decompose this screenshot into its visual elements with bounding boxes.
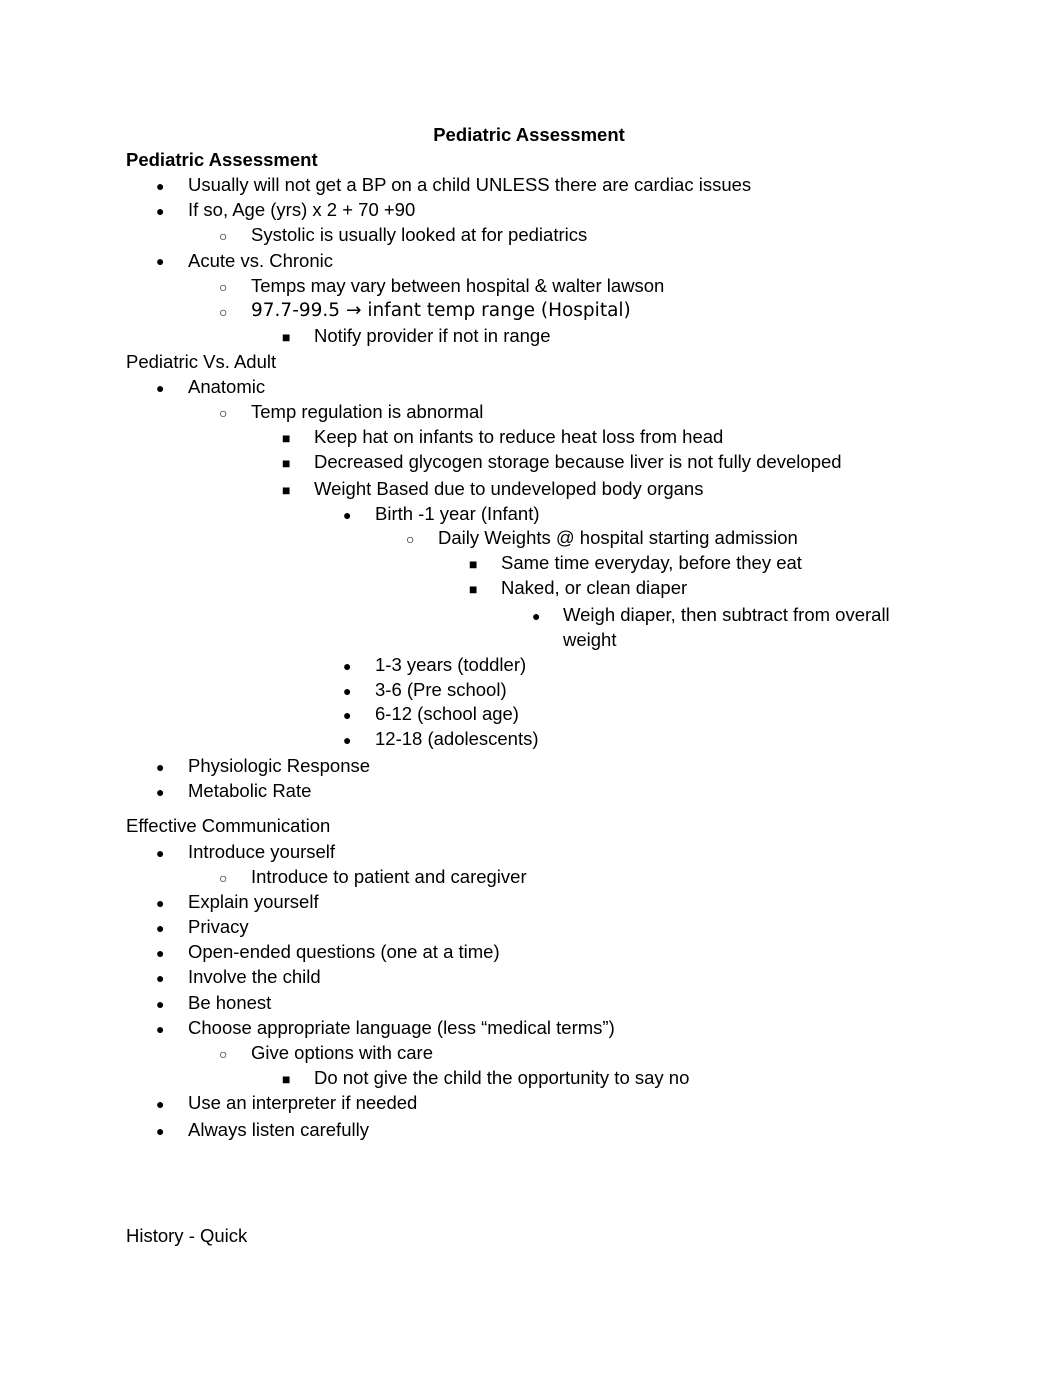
list-item: Choose appropriate language (less “medic…: [188, 1017, 615, 1038]
bullet-circle-icon: [219, 867, 227, 889]
bullet-disc-icon: [156, 781, 164, 803]
bullet-disc-icon: [156, 1093, 164, 1115]
list-item: Temps may vary between hospital & walter…: [251, 275, 665, 296]
list-item: Be honest: [188, 992, 272, 1013]
bullet-circle-icon: [219, 225, 227, 247]
list-item: Temp regulation is abnormal: [251, 401, 484, 422]
bullet-disc-icon: [156, 1018, 164, 1040]
list-item: Introduce to patient and caregiver: [251, 866, 527, 887]
bullet-disc-icon: [156, 942, 164, 964]
section-heading: Effective Communication: [126, 815, 331, 836]
bullet-circle-icon: [219, 301, 227, 323]
bullet-disc-icon: [156, 377, 164, 399]
list-item: Anatomic: [188, 376, 266, 397]
list-item: Acute vs. Chronic: [188, 250, 333, 271]
list-item: Birth -1 year (Infant): [375, 503, 540, 524]
list-item: If so, Age (yrs) x 2 + 70 +90: [188, 199, 416, 220]
list-item: Systolic is usually looked at for pediat…: [251, 224, 588, 245]
list-item: Always listen carefully: [188, 1119, 369, 1140]
bullet-square-icon: [469, 553, 477, 575]
section-heading: Pediatric Vs. Adult: [126, 351, 277, 372]
list-item: 3-6 (Pre school): [375, 679, 507, 700]
bullet-square-icon: [469, 578, 477, 600]
bullet-disc-icon: [343, 504, 351, 526]
list-item: Explain yourself: [188, 891, 319, 912]
list-item: Give options with care: [251, 1042, 434, 1063]
bullet-disc-icon: [156, 250, 164, 272]
bullet-disc-icon: [156, 892, 164, 914]
list-item-continuation: weight: [563, 629, 617, 650]
list-item: Do not give the child the opportunity to…: [314, 1067, 690, 1088]
section-heading: History - Quick: [126, 1225, 248, 1246]
list-item: Naked, or clean diaper: [501, 577, 688, 598]
list-item: Usually will not get a BP on a child UNL…: [188, 174, 752, 195]
bullet-disc-icon: [156, 993, 164, 1015]
bullet-disc-icon: [343, 655, 351, 677]
list-item: Weigh diaper, then subtract from overall: [563, 604, 890, 625]
bullet-disc-icon: [156, 175, 164, 197]
bullet-disc-icon: [156, 756, 164, 778]
document-title: Pediatric Assessment: [433, 124, 625, 145]
bullet-disc-icon: [156, 917, 164, 939]
list-item: Weight Based due to undeveloped body org…: [314, 478, 704, 499]
bullet-circle-icon: [219, 402, 227, 424]
bullet-circle-icon: [219, 1043, 227, 1065]
bullet-square-icon: [282, 452, 290, 474]
bullet-disc-icon: [156, 842, 164, 864]
bullet-disc-icon: [532, 605, 540, 627]
bullet-disc-icon: [156, 1120, 164, 1142]
list-item: Metabolic Rate: [188, 780, 312, 801]
bullet-square-icon: [282, 1068, 290, 1090]
list-item: Keep hat on infants to reduce heat loss …: [314, 426, 724, 447]
bullet-circle-icon: [219, 276, 227, 298]
list-item: Daily Weights @ hospital starting admiss…: [438, 527, 798, 548]
list-item: Privacy: [188, 916, 249, 937]
list-item: 12-18 (adolescents): [375, 728, 539, 749]
bullet-square-icon: [282, 326, 290, 348]
list-item: Involve the child: [188, 966, 321, 987]
bullet-square-icon: [282, 427, 290, 449]
bullet-disc-icon: [156, 200, 164, 222]
list-item: Physiologic Response: [188, 755, 371, 776]
list-item: Decreased glycogen storage because liver…: [314, 451, 842, 472]
section-heading: Pediatric Assessment: [126, 149, 318, 170]
bullet-disc-icon: [343, 704, 351, 726]
bullet-disc-icon: [343, 680, 351, 702]
bullet-square-icon: [282, 479, 290, 501]
bullet-circle-icon: [406, 528, 414, 550]
list-item: 97.7-99.5 → infant temp range (Hospital): [251, 300, 631, 321]
bullet-disc-icon: [343, 729, 351, 751]
list-item: Introduce yourself: [188, 841, 336, 862]
list-item: Use an interpreter if needed: [188, 1092, 418, 1113]
list-item: Open-ended questions (one at a time): [188, 941, 500, 962]
list-item: 6-12 (school age): [375, 703, 519, 724]
list-item: 1-3 years (toddler): [375, 654, 527, 675]
bullet-disc-icon: [156, 967, 164, 989]
list-item: Notify provider if not in range: [314, 325, 551, 346]
list-item: Same time everyday, before they eat: [501, 552, 802, 573]
